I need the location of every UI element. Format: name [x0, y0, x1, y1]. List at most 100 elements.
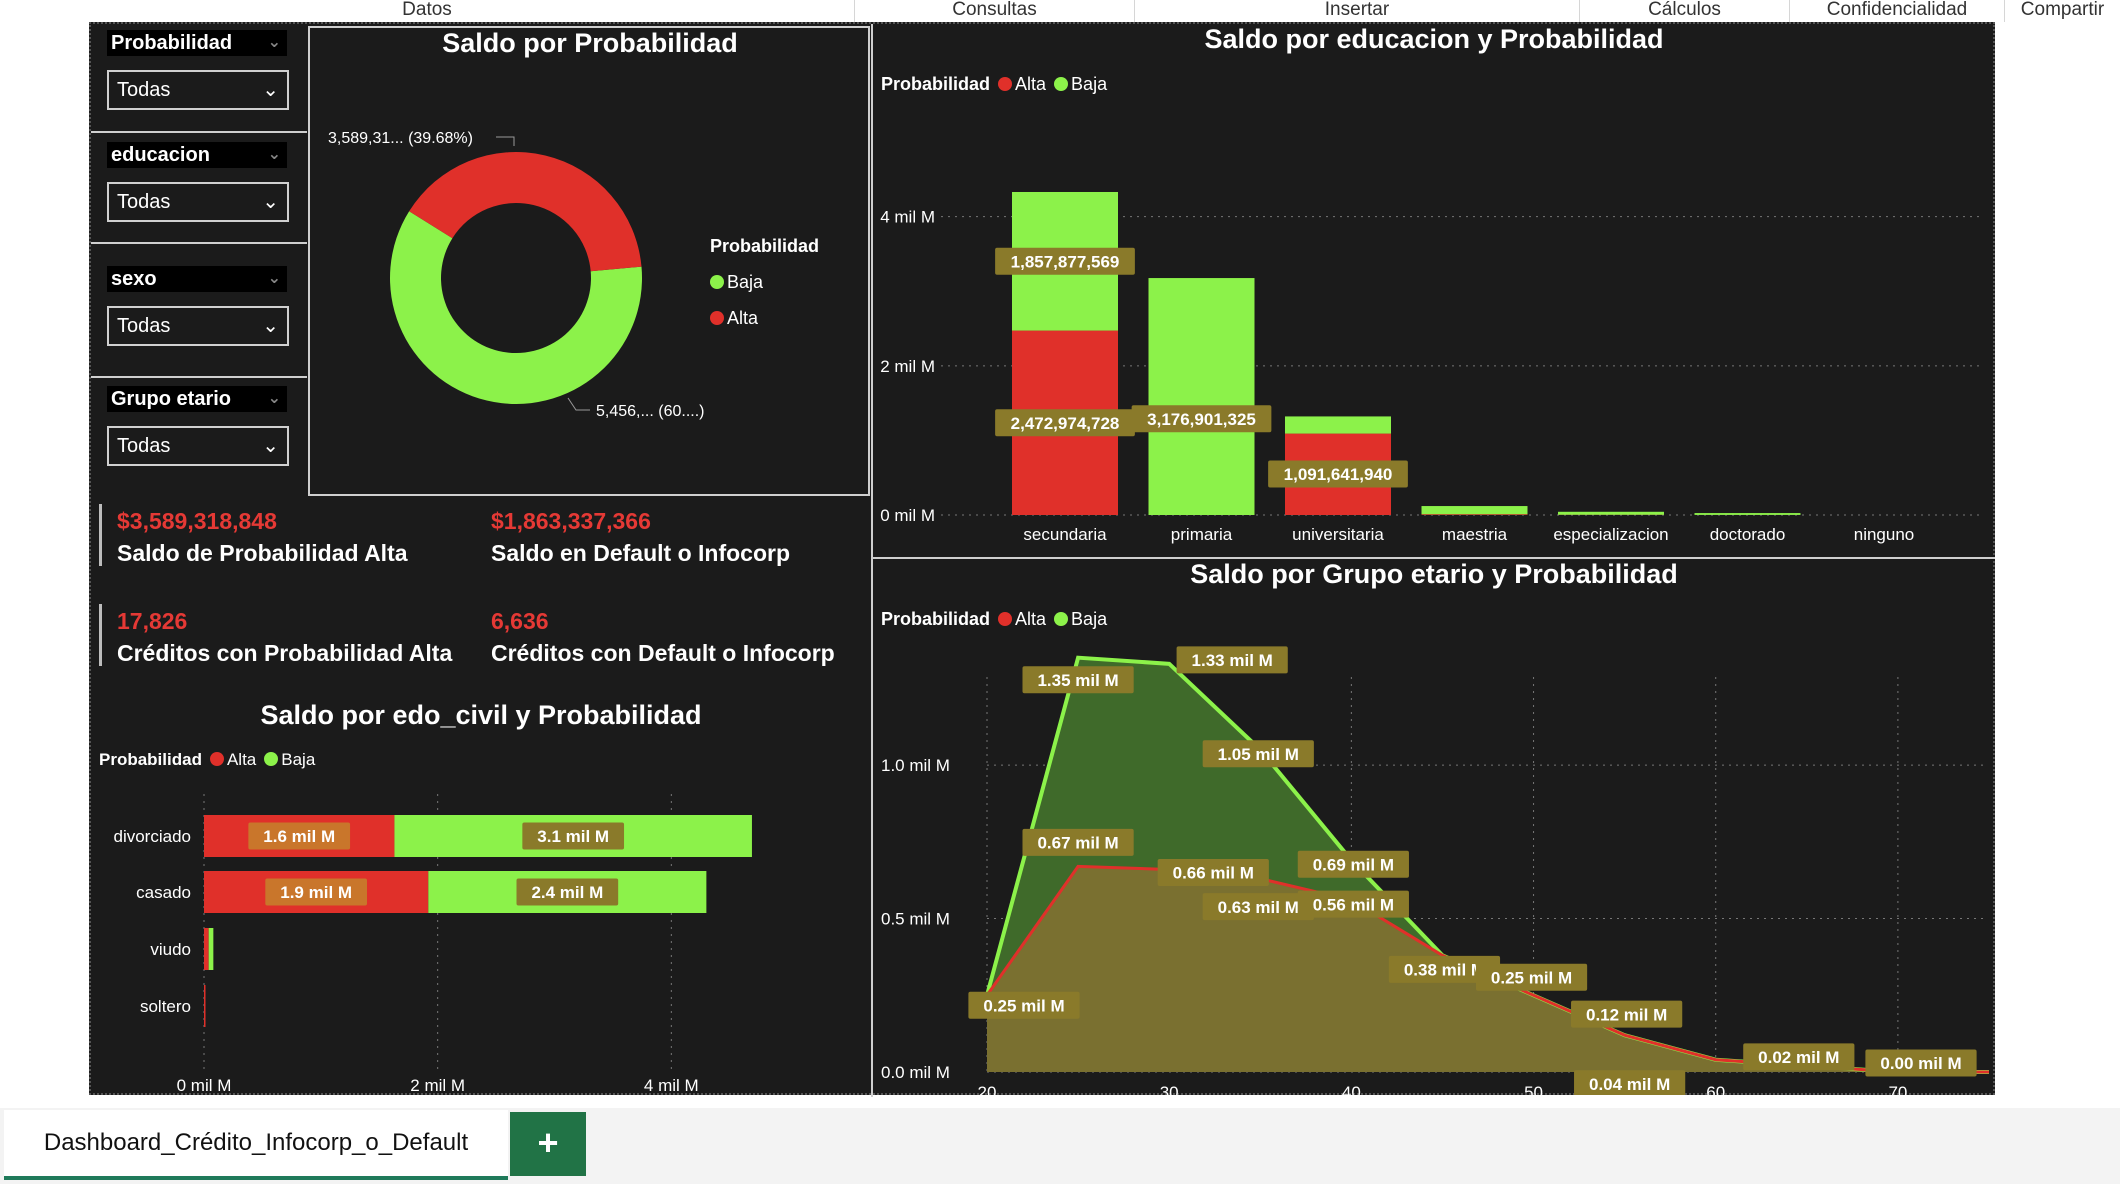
legend-label: Alta: [727, 308, 759, 328]
legend-dot-baja: [710, 275, 724, 289]
civil-status-bar-chart: 0 mil M 2 mil M 4 mil M divorciado 1.6 mil M…: [114, 794, 752, 1095]
data-label: 1.9 mil M: [280, 883, 352, 902]
legend-title: Probabilidad: [710, 236, 820, 256]
leader-line: [567, 397, 590, 411]
chevron-down-icon[interactable]: ⌄: [268, 142, 281, 168]
slicer-title: Probabilidad ⌄: [107, 30, 287, 56]
x-tick-label: 20: [978, 1083, 997, 1095]
donut-chart-panel[interactable]: Saldo por Probabilidad 3,589,31... (39.6…: [308, 26, 870, 496]
slicer-title-label: sexo: [111, 268, 157, 290]
legend-item-baja[interactable]: Baja: [710, 264, 819, 300]
divider: [91, 376, 307, 378]
kpi-value: $3,589,318,848: [117, 508, 277, 534]
ribbon-tab-insertar[interactable]: Insertar: [1135, 0, 1580, 22]
slicer-value: Todas: [117, 435, 171, 457]
slicer-title: sexo ⌄: [107, 266, 287, 292]
x-tick-label: ninguno: [1854, 525, 1915, 544]
data-label-alta: 3,589,31... (39.68%): [328, 130, 473, 147]
age-group-chart-panel[interactable]: Saldo por Grupo etario y Probabilidad Pr…: [873, 559, 1995, 1095]
data-label: 0.00 mil M: [1880, 1054, 1961, 1073]
y-tick-label: 4 mil M: [880, 208, 935, 227]
ribbon: Datos Consultas Insertar Cálculos Confid…: [0, 0, 2120, 22]
x-tick-label: 40: [1342, 1083, 1361, 1095]
data-label: 1.33 mil M: [1192, 651, 1273, 670]
y-tick-label: 2 mil M: [880, 357, 935, 376]
chevron-down-icon: ⌄: [262, 79, 279, 101]
data-label: 0.04 mil M: [1589, 1075, 1670, 1094]
x-tick-label: universitaria: [1292, 525, 1384, 544]
add-sheet-button[interactable]: +: [510, 1112, 586, 1176]
slicer-dropdown[interactable]: Todas ⌄: [107, 70, 289, 110]
y-tick-label: viudo: [150, 940, 191, 959]
data-label: 1.05 mil M: [1218, 745, 1299, 764]
slicer-dropdown[interactable]: Todas ⌄: [107, 426, 289, 466]
chevron-down-icon[interactable]: ⌄: [268, 266, 281, 292]
legend-dot-alta: [710, 311, 724, 325]
divider: [91, 131, 307, 133]
kpi-label: Saldo en Default o Infocorp: [491, 540, 791, 566]
ribbon-tab-datos[interactable]: Datos: [0, 0, 855, 22]
dashboard-canvas: Probabilidad ⌄ Todas ⌄ educacion ⌄ Todas ⌄ s…: [89, 22, 1995, 1097]
y-tick-label: 1.0 mil M: [881, 756, 950, 775]
legend-item-alta[interactable]: Alta: [710, 300, 819, 336]
slicer-dropdown[interactable]: Todas ⌄: [107, 182, 289, 222]
x-tick-label: 30: [1160, 1083, 1179, 1095]
data-label: 1.35 mil M: [1037, 671, 1118, 690]
ribbon-tab-compartir[interactable]: Compartir: [2005, 0, 2120, 22]
y-tick-label: 0 mil M: [880, 506, 935, 525]
data-label: 0.69 mil M: [1313, 855, 1394, 874]
data-label: 1,091,641,940: [1284, 465, 1393, 484]
data-label: 0.02 mil M: [1758, 1048, 1839, 1067]
data-label: 0.25 mil M: [983, 996, 1064, 1015]
slicer-dropdown[interactable]: Todas ⌄: [107, 306, 289, 346]
slicer-value: Todas: [117, 191, 171, 213]
chevron-down-icon: ⌄: [262, 191, 279, 213]
data-label: 0.56 mil M: [1313, 895, 1394, 914]
bar-baja: [1694, 513, 1801, 515]
data-label: 2,472,974,728: [1011, 414, 1120, 433]
kpi-label: Créditos con Default o Infocorp: [491, 640, 835, 666]
chevron-down-icon[interactable]: ⌄: [268, 30, 281, 56]
x-tick-label: doctorado: [1710, 525, 1786, 544]
slicer-title-label: educacion: [111, 144, 210, 166]
legend-label: Baja: [727, 272, 764, 292]
bar-baja: [208, 928, 214, 970]
data-label: 2.4 mil M: [531, 883, 603, 902]
education-chart-panel[interactable]: Saldo por educacion y Probabilidad Proba…: [873, 24, 1995, 557]
bar-alta: [1421, 514, 1528, 515]
ribbon-tab-consultas[interactable]: Consultas: [855, 0, 1135, 22]
kpi-label: Saldo de Probabilidad Alta: [117, 540, 408, 566]
data-label-baja: 5,456,... (60....): [596, 403, 705, 420]
x-tick-label: maestria: [1442, 525, 1508, 544]
x-tick-label: 4 mil M: [644, 1076, 699, 1095]
data-label: 1.6 mil M: [263, 827, 335, 846]
kpi-accent-bar: [99, 504, 102, 566]
ribbon-tab-calculos[interactable]: Cálculos: [1580, 0, 1790, 22]
data-label: 0.63 mil M: [1218, 898, 1299, 917]
x-tick-label: secundaria: [1023, 525, 1107, 544]
y-tick-label: 0.0 mil M: [881, 1063, 950, 1082]
age-group-area-chart: 0.0 mil M 0.5 mil M 1.0 mil M 20 30 40 50 60 70 0…: [881, 646, 1989, 1095]
chevron-down-icon[interactable]: ⌄: [268, 386, 281, 412]
data-label: 0.12 mil M: [1586, 1005, 1667, 1024]
leader-line: [496, 136, 515, 146]
slicer-title-label: Probabilidad: [111, 32, 233, 54]
y-tick-label: divorciado: [114, 827, 192, 846]
x-tick-label: 50: [1524, 1083, 1543, 1095]
data-label: 0.25 mil M: [1491, 968, 1572, 987]
bar-baja: [1285, 416, 1391, 434]
bar-alta: [204, 985, 206, 1027]
civil-status-chart-panel[interactable]: Saldo por edo_civil y Probabilidad Proba…: [91, 694, 871, 1097]
kpi-value: $1,863,337,366: [491, 508, 651, 534]
x-tick-label: 2 mil M: [410, 1076, 465, 1095]
slicer-title: Grupo etario ⌄: [107, 386, 287, 412]
slicer-title-label: Grupo etario: [111, 388, 232, 410]
slicer-value: Todas: [117, 315, 171, 337]
data-label: 0.38 mil M: [1404, 960, 1485, 979]
bar-baja: [1148, 278, 1255, 515]
sheet-tab[interactable]: Dashboard_Crédito_Infocorp_o_Default: [4, 1110, 508, 1180]
donut-legend: Probabilidad Baja Alta: [710, 228, 819, 336]
ribbon-tab-confidencialidad[interactable]: Confidencialidad: [1790, 0, 2005, 22]
sheet-bar: Dashboard_Crédito_Infocorp_o_Default +: [0, 1108, 2120, 1184]
y-tick-label: 0.5 mil M: [881, 910, 950, 929]
